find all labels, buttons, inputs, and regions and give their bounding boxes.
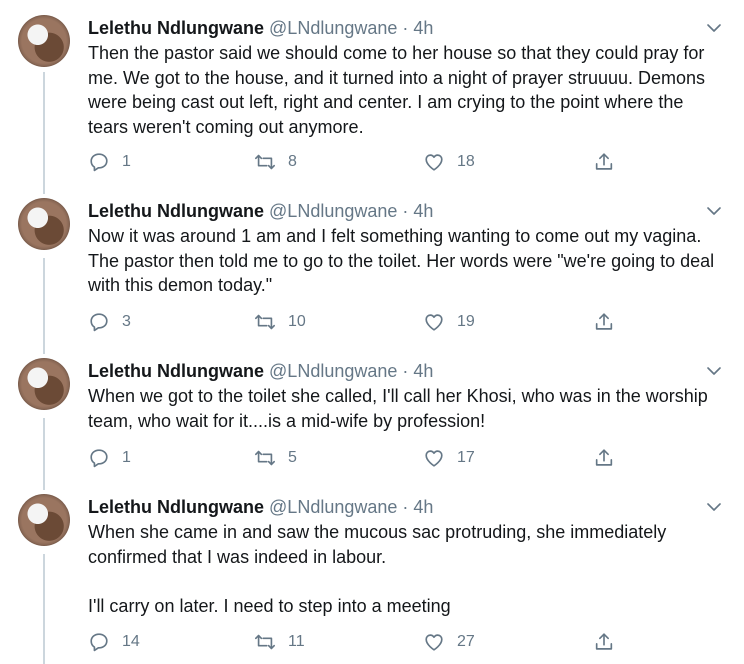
reply-button[interactable]: 14 xyxy=(88,630,140,654)
reply-count: 1 xyxy=(122,153,131,170)
tweet-text: Then the pastor said we should come to h… xyxy=(88,41,728,139)
author-handle[interactable]: @LNdlungwane xyxy=(269,361,397,381)
like-count: 27 xyxy=(457,633,475,650)
separator-dot: · xyxy=(402,361,409,381)
author-name[interactable]: Lelethu Ndlungwane xyxy=(88,201,264,221)
share-icon xyxy=(593,311,615,333)
like-icon xyxy=(423,151,445,173)
tweet-paragraph: Now it was around 1 am and I felt someth… xyxy=(88,226,715,296)
reply-button[interactable]: 1 xyxy=(88,446,131,470)
reply-icon xyxy=(88,151,110,173)
retweet-button[interactable]: 5 xyxy=(254,446,297,470)
avatar[interactable] xyxy=(18,198,70,250)
tweet-header: Lelethu Ndlungwane @LNdlungwane · 4h xyxy=(88,496,433,518)
tweet-paragraph: I'll carry on later. I need to step into… xyxy=(88,595,451,616)
tweet[interactable]: Lelethu Ndlungwane @LNdlungwane · 4h Whe… xyxy=(0,346,744,482)
retweet-button[interactable]: 10 xyxy=(254,310,306,334)
reply-count: 14 xyxy=(122,633,140,650)
chevron-down-icon[interactable] xyxy=(705,498,723,516)
reply-icon xyxy=(88,631,110,653)
tweet[interactable]: Lelethu Ndlungwane @LNdlungwane · 4h Whe… xyxy=(0,482,744,664)
author-handle[interactable]: @LNdlungwane xyxy=(269,18,397,38)
reply-icon xyxy=(88,311,110,333)
reply-count: 1 xyxy=(122,449,131,466)
chevron-down-icon[interactable] xyxy=(705,202,723,220)
retweet-icon xyxy=(254,631,276,653)
retweet-icon xyxy=(254,447,276,469)
tweet-text: Now it was around 1 am and I felt someth… xyxy=(88,224,728,298)
reply-icon xyxy=(88,447,110,469)
tweet-actions: 14 11 27 xyxy=(88,630,648,654)
like-count: 17 xyxy=(457,449,475,466)
author-handle[interactable]: @LNdlungwane xyxy=(269,201,397,221)
separator-dot: · xyxy=(402,497,409,517)
retweet-icon xyxy=(254,151,276,173)
like-button[interactable]: 18 xyxy=(423,150,475,174)
reply-count: 3 xyxy=(122,313,131,330)
like-count: 19 xyxy=(457,313,475,330)
tweet-paragraph: When she came in and saw the mucous sac … xyxy=(88,522,667,567)
avatar[interactable] xyxy=(18,494,70,546)
avatar[interactable] xyxy=(18,358,70,410)
share-button[interactable] xyxy=(593,310,615,334)
like-icon xyxy=(423,311,445,333)
tweet-header: Lelethu Ndlungwane @LNdlungwane · 4h xyxy=(88,360,433,382)
retweet-count: 5 xyxy=(288,449,297,466)
tweet-actions: 3 10 19 xyxy=(88,310,648,334)
retweet-icon xyxy=(254,311,276,333)
separator-dot: · xyxy=(402,18,409,38)
retweet-count: 10 xyxy=(288,313,306,330)
like-button[interactable]: 19 xyxy=(423,310,475,334)
like-icon xyxy=(423,447,445,469)
tweet[interactable]: Lelethu Ndlungwane @LNdlungwane · 4h Now… xyxy=(0,186,744,346)
tweet-time[interactable]: 4h xyxy=(413,361,433,381)
retweet-button[interactable]: 8 xyxy=(254,150,297,174)
tweet-time[interactable]: 4h xyxy=(413,201,433,221)
reply-button[interactable]: 1 xyxy=(88,150,131,174)
like-button[interactable]: 17 xyxy=(423,446,475,470)
tweet-time[interactable]: 4h xyxy=(413,18,433,38)
share-icon xyxy=(593,447,615,469)
tweet-paragraph: When we got to the toilet she called, I'… xyxy=(88,386,708,431)
author-handle[interactable]: @LNdlungwane xyxy=(269,497,397,517)
retweet-count: 11 xyxy=(288,633,305,650)
share-button[interactable] xyxy=(593,630,615,654)
author-name[interactable]: Lelethu Ndlungwane xyxy=(88,18,264,38)
author-name[interactable]: Lelethu Ndlungwane xyxy=(88,497,264,517)
reply-button[interactable]: 3 xyxy=(88,310,131,334)
tweet-paragraph: Then the pastor said we should come to h… xyxy=(88,43,706,137)
tweet-text: When she came in and saw the mucous sac … xyxy=(88,520,728,618)
chevron-down-icon[interactable] xyxy=(705,362,723,380)
share-icon xyxy=(593,631,615,653)
share-button[interactable] xyxy=(593,446,615,470)
retweet-count: 8 xyxy=(288,153,297,170)
avatar[interactable] xyxy=(18,15,70,67)
separator-dot: · xyxy=(402,201,409,221)
tweet-actions: 1 5 17 xyxy=(88,446,648,470)
tweet-header: Lelethu Ndlungwane @LNdlungwane · 4h xyxy=(88,200,433,222)
share-icon xyxy=(593,151,615,173)
tweet[interactable]: Lelethu Ndlungwane @LNdlungwane · 4h The… xyxy=(0,0,744,186)
tweet-text: When we got to the toilet she called, I'… xyxy=(88,384,728,433)
retweet-button[interactable]: 11 xyxy=(254,630,305,654)
chevron-down-icon[interactable] xyxy=(705,19,723,37)
share-button[interactable] xyxy=(593,150,615,174)
author-name[interactable]: Lelethu Ndlungwane xyxy=(88,361,264,381)
tweet-header: Lelethu Ndlungwane @LNdlungwane · 4h xyxy=(88,17,433,39)
tweet-time[interactable]: 4h xyxy=(413,497,433,517)
like-icon xyxy=(423,631,445,653)
like-button[interactable]: 27 xyxy=(423,630,475,654)
tweet-actions: 1 8 18 xyxy=(88,150,648,174)
like-count: 18 xyxy=(457,153,475,170)
